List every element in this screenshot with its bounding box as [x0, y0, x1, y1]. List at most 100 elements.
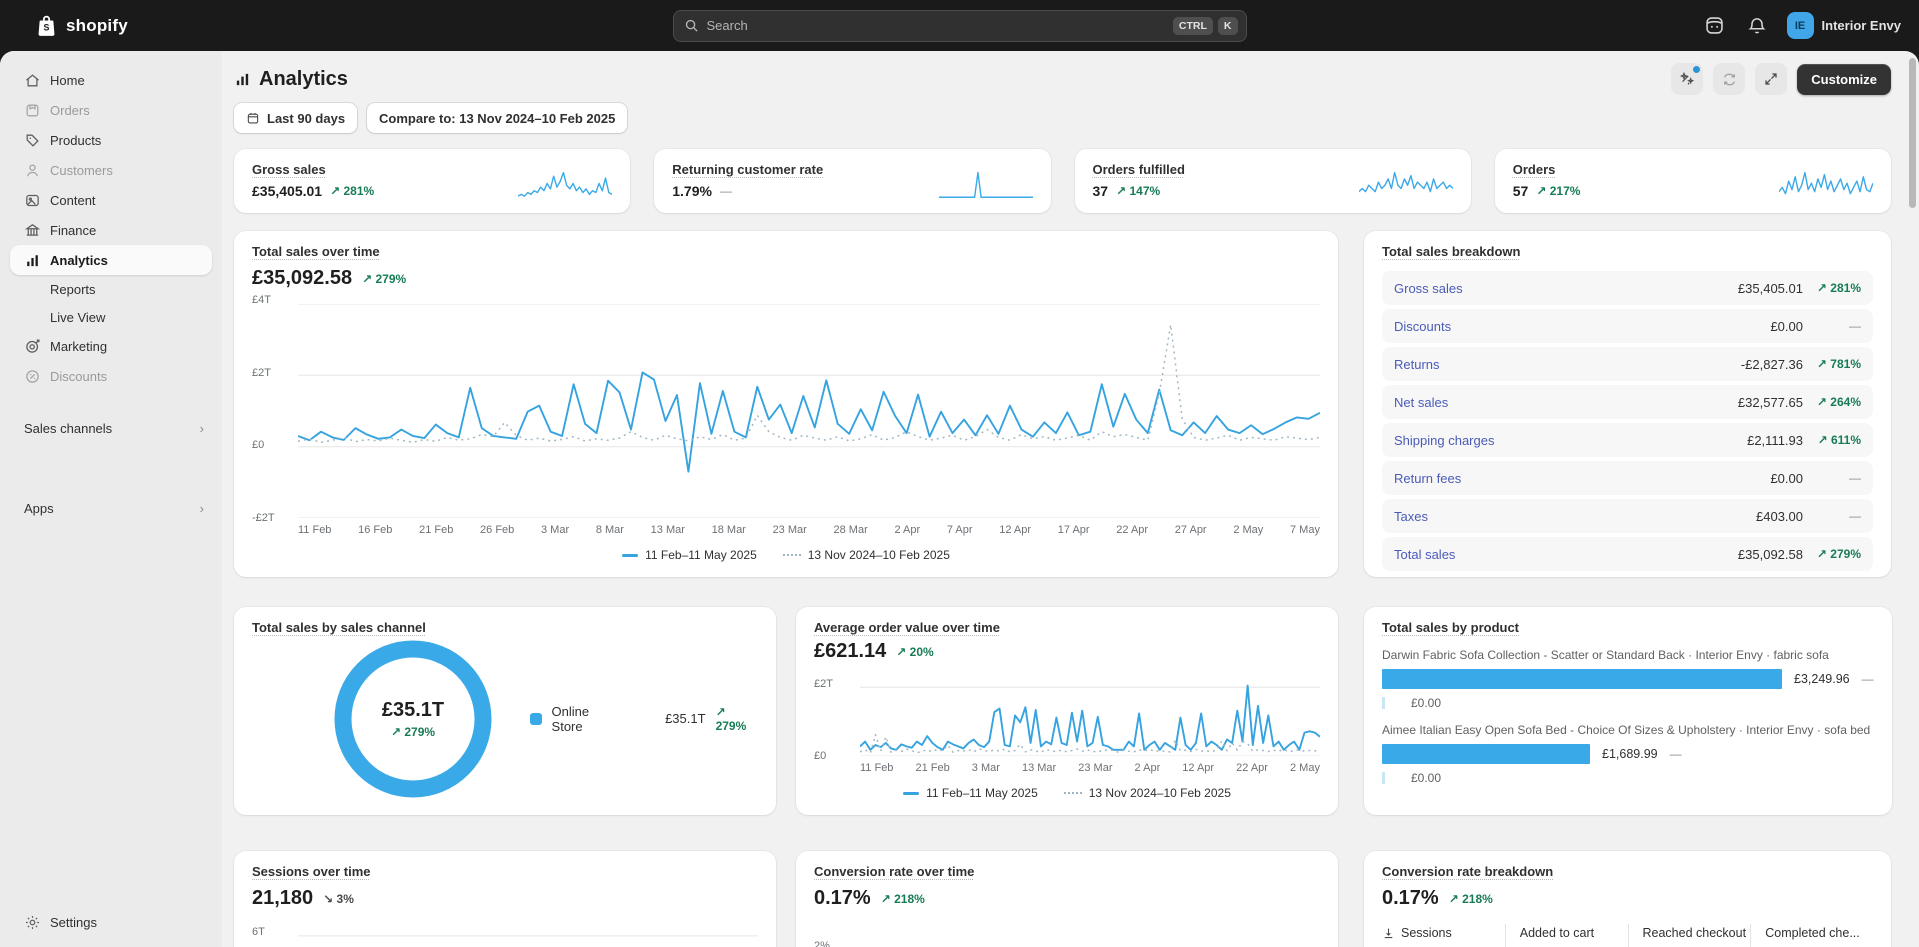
conversion-rate-panel: Conversion rate over time 0.17% ↗ 218% 2… — [796, 851, 1338, 947]
breakdown-row-discounts: Discounts £0.00— — [1382, 309, 1873, 343]
sidebar-item-finance[interactable]: Finance — [10, 215, 212, 245]
panel-title[interactable]: Conversion rate over time — [814, 864, 974, 879]
magic-wand-button[interactable] — [1671, 63, 1703, 95]
search-input[interactable] — [707, 18, 1168, 33]
sidebar-item-products[interactable]: Products — [10, 125, 212, 155]
date-range-filter[interactable]: Last 90 days — [234, 103, 357, 133]
sidebar-item-home[interactable]: Home — [10, 65, 212, 95]
product-name: Aimee Italian Easy Open Sofa Bed - Choic… — [1382, 723, 1874, 737]
sidebar-item-content[interactable]: Content — [10, 185, 212, 215]
panel-title[interactable]: Total sales breakdown — [1382, 244, 1520, 259]
metric-change: — — [720, 184, 732, 198]
x-axis-tick: 21 Feb — [419, 524, 453, 536]
y-axis-tick: £0 — [814, 750, 826, 762]
breakdown-link[interactable]: Discounts — [1394, 319, 1451, 334]
metric-change: ↗ 147% — [1116, 184, 1160, 198]
product-bar-item: Aimee Italian Easy Open Sofa Bed - Choic… — [1382, 723, 1874, 785]
sidebar-item-orders[interactable]: Orders — [10, 95, 212, 125]
account-menu[interactable]: IE Interior Envy — [1787, 12, 1901, 39]
search-bar[interactable]: CTRL K — [673, 10, 1247, 42]
sidebar-item-reports[interactable]: Reports — [10, 275, 212, 303]
customize-button[interactable]: Customize — [1797, 64, 1891, 95]
comparison-value: £0.00 — [1411, 771, 1441, 785]
breakdown-value: £0.00 — [1770, 319, 1803, 334]
metric-value: 37 — [1093, 183, 1109, 199]
breakdown-link[interactable]: Net sales — [1394, 395, 1448, 410]
analytics-bars-icon — [234, 71, 251, 88]
sidekick-icon[interactable] — [1703, 14, 1727, 38]
calendar-icon — [246, 111, 260, 125]
product-bar-item: Darwin Fabric Sofa Collection - Scatter … — [1382, 648, 1874, 710]
breakdown-link[interactable]: Return fees — [1394, 471, 1461, 486]
discounts-icon — [24, 368, 41, 385]
topbar: S shopify CTRL K IE Interior Envy — [0, 0, 1919, 51]
sidebar-section-apps[interactable]: Apps › — [10, 493, 212, 523]
sessions-chart[interactable]: 6T — [252, 920, 758, 947]
panel-title[interactable]: Total sales by product — [1382, 620, 1519, 635]
sidebar-item-label: Content — [50, 193, 96, 208]
conversion-chart[interactable]: 2% — [814, 920, 1320, 947]
product-sales-bar[interactable] — [1382, 744, 1590, 764]
metric-value: 1.79% — [672, 183, 712, 199]
breakdown-value: £35,092.58 — [1738, 547, 1803, 562]
sidebar-item-marketing[interactable]: Marketing — [10, 331, 212, 361]
funnel-step-label: Completed che... — [1765, 926, 1860, 940]
aov-chart[interactable]: £2T£0 — [814, 673, 1320, 756]
y-axis-tick: 2% — [814, 940, 830, 947]
breakdown-link[interactable]: Shipping charges — [1394, 433, 1494, 448]
notification-dot — [1693, 66, 1700, 73]
sync-button[interactable] — [1713, 63, 1745, 95]
breakdown-link[interactable]: Total sales — [1394, 547, 1455, 562]
x-axis-tick: 23 Mar — [1078, 762, 1112, 774]
panel-title[interactable]: Average order value over time — [814, 620, 1000, 635]
panel-title[interactable]: Sessions over time — [252, 864, 371, 879]
breakdown-link[interactable]: Taxes — [1394, 509, 1428, 524]
total-sales-chart[interactable]: £4T£2T£0-£2T — [252, 300, 1320, 518]
x-axis-tick: 16 Feb — [358, 524, 392, 536]
metric-title[interactable]: Orders fulfilled — [1093, 162, 1185, 177]
online-store-swatch — [530, 713, 542, 725]
breakdown-link[interactable]: Gross sales — [1394, 281, 1463, 296]
breakdown-value: £2,111.93 — [1747, 433, 1803, 448]
sidebar-item-discounts[interactable]: Discounts — [10, 361, 212, 391]
breakdown-change: — — [1803, 319, 1861, 333]
breakdown-change: — — [1803, 509, 1861, 523]
avatar: IE — [1787, 12, 1814, 39]
x-axis-tick: 28 Mar — [834, 524, 868, 536]
channel-donut-chart[interactable]: £35.1T ↗ 279% — [330, 636, 496, 802]
metric-card-orders-fulfilled: Orders fulfilled 37 ↗ 147% — [1075, 149, 1471, 213]
sidebar-item-settings[interactable]: Settings — [10, 907, 212, 937]
average-order-value-panel: Average order value over time £621.14 ↗ … — [796, 607, 1338, 815]
funnel-step-completed-che-: Completed che...0.17%37 — [1750, 924, 1873, 947]
breakdown-link[interactable]: Returns — [1394, 357, 1440, 372]
sidebar-item-label: Live View — [50, 310, 105, 325]
sidebar-section-sales-channels[interactable]: Sales channels › — [10, 413, 212, 443]
compare-filter[interactable]: Compare to: 13 Nov 2024–10 Feb 2025 — [367, 103, 627, 133]
x-axis-tick: 26 Feb — [480, 524, 514, 536]
shopify-logo[interactable]: S shopify — [0, 13, 128, 38]
metric-title[interactable]: Gross sales — [252, 162, 326, 177]
y-axis-tick: -£2T — [252, 512, 275, 524]
sales-by-channel-panel: Total sales by sales channel £35.1T ↗ 27… — [234, 607, 776, 815]
x-axis-tick: 12 Apr — [999, 524, 1031, 536]
x-axis-tick: 2 May — [1290, 762, 1320, 774]
product-sales-bar[interactable] — [1382, 669, 1782, 689]
metric-title[interactable]: Orders — [1513, 162, 1556, 177]
scrollbar[interactable] — [1909, 58, 1916, 208]
home-icon — [24, 72, 41, 89]
products-icon — [24, 132, 41, 149]
panel-title[interactable]: Total sales over time — [252, 244, 380, 259]
sidebar-item-customers[interactable]: Customers — [10, 155, 212, 185]
metric-title[interactable]: Returning customer rate — [672, 162, 823, 177]
sidebar-item-live-view[interactable]: Live View — [10, 303, 212, 331]
expand-fullscreen-button[interactable] — [1755, 63, 1787, 95]
svg-text:S: S — [44, 23, 50, 33]
panel-title[interactable]: Total sales by sales channel — [252, 620, 426, 635]
store-name: Interior Envy — [1822, 18, 1901, 33]
sidebar-item-analytics[interactable]: Analytics — [10, 245, 212, 275]
metric-change: ↗ 281% — [330, 184, 374, 198]
panel-title[interactable]: Conversion rate breakdown — [1382, 864, 1553, 879]
breakdown-change: ↗ 281% — [1803, 281, 1861, 295]
notifications-bell-icon[interactable] — [1745, 14, 1769, 38]
sidebar-item-label: Analytics — [50, 253, 108, 268]
